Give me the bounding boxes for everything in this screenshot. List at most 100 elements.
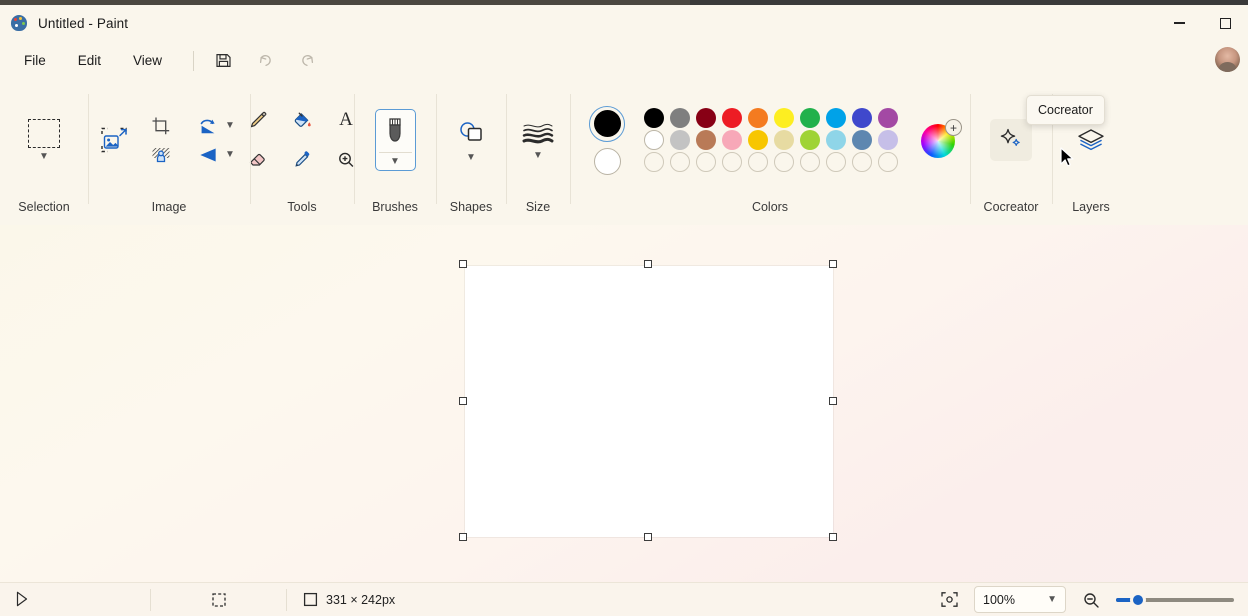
undo-icon xyxy=(256,51,275,70)
chevron-down-icon[interactable]: ▼ xyxy=(39,151,49,162)
color-swatch[interactable] xyxy=(722,130,742,150)
color-swatch[interactable] xyxy=(748,108,768,128)
minimize-button[interactable] xyxy=(1156,5,1202,41)
resize-handle-middle-left[interactable] xyxy=(459,397,467,405)
maximize-button[interactable] xyxy=(1202,5,1248,41)
custom-color-slot[interactable] xyxy=(696,152,716,172)
crop-button[interactable] xyxy=(150,115,172,137)
color-swatch[interactable] xyxy=(878,130,898,150)
resize-handle-bottom-left[interactable] xyxy=(459,533,467,541)
brushes-button[interactable]: ▼ xyxy=(374,109,416,171)
resize-handle-bottom-center[interactable] xyxy=(644,533,652,541)
ribbon-group-shapes: ▼ Shapes xyxy=(436,80,506,225)
custom-color-slot[interactable] xyxy=(644,152,664,172)
resize-handle-middle-right[interactable] xyxy=(829,397,837,405)
color-swatch[interactable] xyxy=(644,108,664,128)
ribbon-group-tools: A Tools xyxy=(249,80,354,225)
layers-button[interactable] xyxy=(1075,126,1107,154)
custom-color-slot[interactable] xyxy=(722,152,742,172)
brushes-expand[interactable]: ▼ xyxy=(390,153,400,170)
ribbon-group-label-image: Image xyxy=(151,200,187,214)
redo-icon xyxy=(298,51,317,70)
maximize-icon xyxy=(1219,17,1231,29)
ribbon-group-size: ▼ Size xyxy=(506,80,570,225)
color-swatch[interactable] xyxy=(878,108,898,128)
fill-tool-button[interactable] xyxy=(285,104,319,136)
custom-color-slot[interactable] xyxy=(826,152,846,172)
color-swatch[interactable] xyxy=(748,130,768,150)
resize-skew-button[interactable] xyxy=(150,145,172,165)
menu-file[interactable]: File xyxy=(11,48,59,73)
color-swatch[interactable] xyxy=(722,108,742,128)
secondary-color-button[interactable] xyxy=(593,147,621,175)
cocreator-sparkle-icon xyxy=(997,126,1025,154)
color-picker-tool-button[interactable] xyxy=(285,144,319,176)
canvas-workspace[interactable] xyxy=(0,225,1248,582)
zoom-level-value: 100% xyxy=(983,592,1015,607)
fit-to-window-button[interactable] xyxy=(934,586,964,614)
chevron-down-icon[interactable]: ▼ xyxy=(225,121,235,131)
primary-color-button[interactable] xyxy=(589,105,625,142)
zoom-out-button[interactable] xyxy=(1076,586,1106,614)
cocreator-button[interactable] xyxy=(990,119,1032,161)
text-icon: A xyxy=(339,109,353,130)
avatar[interactable] xyxy=(1215,47,1240,72)
resize-handle-top-right[interactable] xyxy=(829,260,837,268)
color-swatch[interactable] xyxy=(774,108,794,128)
color-swatch[interactable] xyxy=(826,108,846,128)
color-swatch[interactable] xyxy=(644,130,664,150)
color-swatch[interactable] xyxy=(670,130,690,150)
undo-button[interactable] xyxy=(248,46,282,76)
zoom-slider-thumb[interactable] xyxy=(1130,591,1146,608)
chevron-down-icon[interactable]: ▼ xyxy=(225,150,235,160)
custom-color-slot[interactable] xyxy=(670,152,690,172)
resize-handle-top-center[interactable] xyxy=(644,260,652,268)
custom-color-slot[interactable] xyxy=(878,152,898,172)
flip-button[interactable]: ▼ xyxy=(197,145,235,165)
save-button[interactable] xyxy=(206,46,240,76)
size-button[interactable]: ▼ xyxy=(521,120,555,161)
drawing-canvas[interactable] xyxy=(465,266,833,537)
custom-color-slot[interactable] xyxy=(800,152,820,172)
edit-colors-button[interactable]: + xyxy=(921,119,962,160)
ribbon-group-label-layers: Layers xyxy=(1072,200,1110,214)
color-swatch[interactable] xyxy=(670,108,690,128)
color-swatch[interactable] xyxy=(852,108,872,128)
eraser-tool-button[interactable] xyxy=(241,144,275,176)
color-swatch[interactable] xyxy=(800,108,820,128)
resize-handle-top-left[interactable] xyxy=(459,260,467,268)
color-swatch[interactable] xyxy=(852,130,872,150)
selection-size-cell xyxy=(151,583,286,616)
custom-color-slot[interactable] xyxy=(774,152,794,172)
redo-button[interactable] xyxy=(290,46,324,76)
color-swatch[interactable] xyxy=(696,108,716,128)
color-swatch[interactable] xyxy=(696,130,716,150)
pencil-tool-button[interactable] xyxy=(241,104,275,136)
cursor-position-cell xyxy=(0,583,150,616)
paint-palette-icon xyxy=(10,14,28,32)
resize-handle-bottom-right[interactable] xyxy=(829,533,837,541)
window-controls xyxy=(1156,5,1248,41)
size-icon xyxy=(521,120,555,144)
save-icon xyxy=(215,52,232,69)
chevron-down-icon[interactable]: ▼ xyxy=(533,150,543,161)
pencil-icon xyxy=(247,109,269,131)
custom-color-slot[interactable] xyxy=(748,152,768,172)
crop-icon xyxy=(150,115,172,137)
rotate-button[interactable]: ▼ xyxy=(197,116,235,136)
canvas-dimensions-cell: 331 × 242px xyxy=(287,583,411,616)
color-swatch[interactable] xyxy=(774,130,794,150)
shapes-button[interactable]: ▼ xyxy=(455,118,487,163)
menu-view[interactable]: View xyxy=(120,48,175,73)
color-swatch[interactable] xyxy=(800,130,820,150)
chevron-down-icon[interactable]: ▼ xyxy=(466,152,476,163)
zoom-level-select[interactable]: 100% ▼ xyxy=(974,586,1066,613)
custom-color-slot[interactable] xyxy=(852,152,872,172)
color-palette xyxy=(641,108,901,172)
remove-background-button[interactable] xyxy=(99,125,129,155)
color-picker-icon xyxy=(291,149,313,171)
zoom-slider[interactable] xyxy=(1116,591,1234,608)
selection-tool-button[interactable]: ▼ xyxy=(28,118,60,162)
menu-edit[interactable]: Edit xyxy=(65,48,114,73)
color-swatch[interactable] xyxy=(826,130,846,150)
